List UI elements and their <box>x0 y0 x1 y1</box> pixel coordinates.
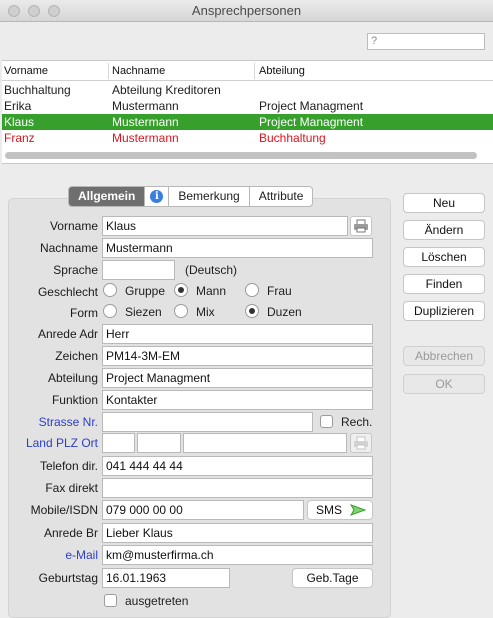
cell-nachname: Mustermann <box>112 131 179 145</box>
vorname-field[interactable]: Klaus <box>102 216 348 236</box>
table-row[interactable]: Franz Mustermann Buchhaltung <box>2 130 493 146</box>
radio-mann-label: Mann <box>196 284 227 298</box>
anrede-br-label: Anrede Br <box>43 526 98 540</box>
sms-button[interactable]: SMS <box>307 500 373 520</box>
cell-vorname: Erika <box>4 99 32 113</box>
strasse-link[interactable]: Strasse Nr. <box>2 415 98 429</box>
radio-frau-label: Frau <box>267 284 292 298</box>
duplizieren-button[interactable]: Duplizieren <box>403 301 485 321</box>
sprache-field[interactable] <box>102 260 175 280</box>
geb-tage-button[interactable]: Geb.Tage <box>292 568 373 588</box>
ok-button[interactable]: OK <box>403 374 485 394</box>
search-input[interactable]: ? <box>367 33 485 50</box>
abbrechen-button[interactable]: Abbrechen <box>403 346 485 366</box>
ort-field[interactable] <box>183 433 347 453</box>
tab-bar: Allgemein i Bemerkung Attribute <box>68 186 314 207</box>
radio-gruppe[interactable] <box>103 283 117 297</box>
form-label: Form <box>70 306 98 320</box>
neu-button[interactable]: Neu <box>403 193 485 213</box>
cell-nachname: Mustermann <box>112 115 179 129</box>
column-divider[interactable] <box>108 63 109 79</box>
nachname-label: Nachname <box>39 241 98 255</box>
sms-button-label: SMS <box>316 503 343 517</box>
radio-duzen-label: Duzen <box>267 305 302 319</box>
title-bar: Ansprechpersonen <box>0 0 493 22</box>
email-field[interactable]: km@musterfirma.ch <box>102 545 373 565</box>
radio-frau[interactable] <box>245 283 259 297</box>
radio-mix-label: Mix <box>196 305 215 319</box>
mobile-field[interactable]: 079 000 00 00 <box>102 500 304 520</box>
table-row-selected[interactable]: Klaus Mustermann Project Managment <box>2 114 493 130</box>
toolbar: ? <box>0 22 493 60</box>
sprache-hint: (Deutsch) <box>185 263 238 277</box>
telefon-field[interactable]: 041 444 44 44 <box>102 456 373 476</box>
tab-info[interactable]: i <box>145 187 170 206</box>
mobile-label: Mobile/ISDN <box>30 503 98 517</box>
cell-vorname: Buchhaltung <box>4 83 71 97</box>
loeschen-button[interactable]: Löschen <box>403 247 485 267</box>
geburtstag-label: Geburtstag <box>38 571 98 585</box>
radio-mann[interactable] <box>174 283 188 297</box>
print-button[interactable] <box>350 216 372 236</box>
table-row[interactable]: Erika Mustermann Project Managment <box>2 98 493 114</box>
sprache-label: Sprache <box>53 263 98 277</box>
funktion-label: Funktion <box>51 393 98 407</box>
radio-siezen[interactable] <box>103 304 117 318</box>
printer-icon <box>354 436 368 450</box>
rech-label: Rech. <box>341 415 373 429</box>
column-header-abteilung[interactable]: Abteilung <box>259 65 305 77</box>
send-icon <box>350 504 366 516</box>
land-plz-ort-link[interactable]: Land PLZ Ort <box>2 436 98 450</box>
column-header-vorname[interactable]: Vorname <box>4 65 48 77</box>
email-link[interactable]: e-Mail <box>2 548 98 562</box>
fax-label: Fax direkt <box>45 481 98 495</box>
tab-bemerkung[interactable]: Bemerkung <box>169 187 250 206</box>
column-divider[interactable] <box>254 63 255 79</box>
cell-nachname: Abteilung Kreditoren <box>112 83 221 97</box>
tab-allgemein[interactable]: Allgemein <box>69 187 146 206</box>
cell-abteilung: Buchhaltung <box>259 131 326 145</box>
zeichen-field[interactable]: PM14-3M-EM <box>102 346 373 366</box>
horizontal-scrollbar[interactable] <box>5 152 477 159</box>
cell-abteilung: Project Managment <box>259 99 364 113</box>
nachname-field[interactable]: Mustermann <box>102 238 373 258</box>
rech-checkbox[interactable] <box>320 415 333 428</box>
contacts-table: Vorname Nachname Abteilung Buchhaltung A… <box>2 60 493 164</box>
radio-siezen-label: Siezen <box>125 305 162 319</box>
radio-mix[interactable] <box>174 304 188 318</box>
ausgetreten-checkbox[interactable] <box>104 594 117 607</box>
anrede-br-field[interactable]: Lieber Klaus <box>102 523 373 543</box>
column-header-nachname[interactable]: Nachname <box>112 65 165 77</box>
abteilung-label: Abteilung <box>47 371 98 385</box>
radio-gruppe-label: Gruppe <box>125 284 166 298</box>
land-field[interactable] <box>102 433 135 453</box>
aendern-button[interactable]: Ändern <box>403 220 485 240</box>
fax-field[interactable] <box>102 478 373 498</box>
zeichen-label: Zeichen <box>55 349 98 363</box>
cell-abteilung: Project Managment <box>259 115 364 129</box>
telefon-label: Telefon dir. <box>39 459 98 473</box>
vorname-label: Vorname <box>49 219 98 233</box>
geburtstag-field[interactable]: 16.01.1963 <box>102 568 230 588</box>
table-header: Vorname Nachname Abteilung <box>2 61 493 81</box>
radio-duzen[interactable] <box>245 304 259 318</box>
cell-nachname: Mustermann <box>112 99 179 113</box>
funktion-field[interactable]: Kontakter <box>102 390 373 410</box>
address-print-button[interactable] <box>350 433 372 453</box>
cell-vorname: Franz <box>4 131 35 145</box>
cell-vorname: Klaus <box>4 115 35 129</box>
abteilung-field[interactable]: Project Managment <box>102 368 373 388</box>
finden-button[interactable]: Finden <box>403 274 485 294</box>
info-icon: i <box>150 190 164 203</box>
anrede-adr-label: Anrede Adr <box>37 327 98 341</box>
anrede-adr-field[interactable]: Herr <box>102 324 373 344</box>
geschlecht-label: Geschlecht <box>37 285 98 299</box>
ausgetreten-label: ausgetreten <box>125 594 189 608</box>
printer-icon <box>354 219 368 233</box>
plz-field[interactable] <box>137 433 181 453</box>
window-title: Ansprechpersonen <box>191 3 302 18</box>
tab-attribute[interactable]: Attribute <box>250 187 313 206</box>
strasse-field[interactable] <box>102 412 313 432</box>
table-row[interactable]: Buchhaltung Abteilung Kreditoren <box>2 82 493 98</box>
